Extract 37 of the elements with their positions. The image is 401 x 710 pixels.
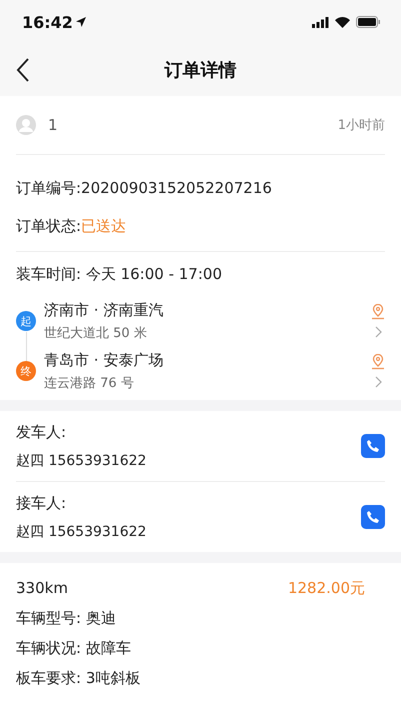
contact-info: 赵四 15653931622 bbox=[16, 452, 148, 470]
status-label: 订单状态: bbox=[16, 216, 82, 236]
post-time: 1小时前 bbox=[338, 117, 385, 134]
contact-role: 接车人: bbox=[16, 494, 68, 512]
trip-price: 1282.00元 bbox=[288, 578, 365, 598]
vehicle-detail: 车辆状况: 故障车 bbox=[16, 638, 131, 658]
order-number: 订单编号:20200903152052207216 bbox=[16, 178, 272, 198]
route-city: 济南市 · 济南重汽 bbox=[44, 300, 164, 320]
phone-button[interactable] bbox=[361, 434, 385, 458]
user-name: 1 bbox=[48, 116, 58, 134]
trip-distance: 330km bbox=[16, 579, 68, 597]
route-badge: 终 bbox=[16, 361, 36, 381]
signal-icon bbox=[312, 16, 329, 28]
route-badge: 起 bbox=[16, 311, 36, 331]
phone-button[interactable] bbox=[361, 505, 385, 529]
load-time: 装车时间: 今天 16:00 - 17:00 bbox=[16, 264, 222, 284]
back-icon[interactable] bbox=[16, 58, 30, 82]
route-city: 青岛市 · 安泰广场 bbox=[44, 350, 164, 370]
wifi-icon bbox=[335, 16, 350, 28]
chevron-right-icon[interactable] bbox=[374, 326, 382, 338]
map-pin-icon[interactable] bbox=[371, 304, 385, 320]
route-address: 连云港路 76 号 bbox=[44, 374, 135, 392]
order-status: 已送达 bbox=[81, 216, 126, 236]
chevron-right-icon[interactable] bbox=[374, 376, 382, 388]
contact-role: 发车人: bbox=[16, 422, 68, 442]
map-pin-icon[interactable] bbox=[371, 354, 385, 370]
battery-icon bbox=[356, 16, 381, 28]
location-arrow-icon bbox=[76, 17, 86, 27]
vehicle-detail: 车辆型号: 奥迪 bbox=[16, 608, 116, 628]
phone-icon bbox=[366, 439, 380, 453]
route-address: 世纪大道北 50 米 bbox=[44, 324, 148, 342]
status-time: 16:42 bbox=[22, 12, 86, 32]
phone-icon bbox=[366, 510, 380, 524]
avatar-icon bbox=[16, 115, 36, 135]
contact-info: 赵四 15653931622 bbox=[16, 522, 148, 540]
page-title: 订单详情 bbox=[164, 59, 236, 82]
vehicle-detail: 板车要求: 3吨斜板 bbox=[16, 668, 140, 688]
